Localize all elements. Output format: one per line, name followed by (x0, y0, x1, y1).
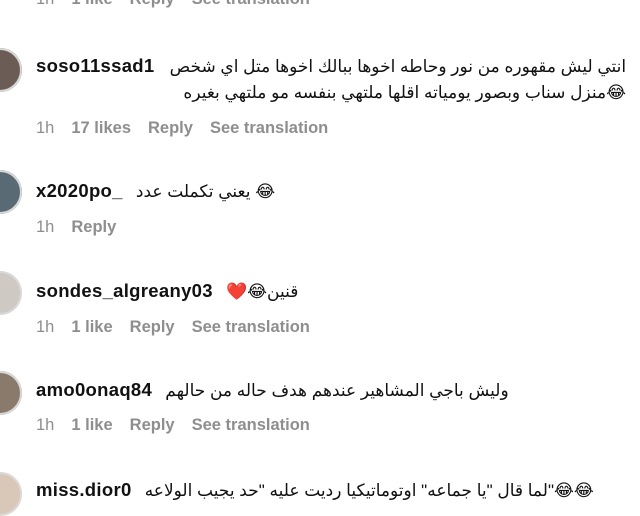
comment-time: 1h (36, 119, 55, 137)
comment-row: soso11ssad1 انتي ليش مقهوره من نور وحاطه… (36, 52, 626, 80)
comment-username[interactable]: soso11ssad1 (36, 55, 155, 76)
comment-text: انتي ليش مقهوره من نور وحاطه اخوها ببالك… (169, 57, 627, 76)
comment-text: لما قال "يا جماعه" اوتوماتيكيا رديت عليه… (144, 481, 594, 500)
avatar[interactable] (0, 472, 22, 516)
avatar[interactable] (0, 170, 22, 214)
comment-row: sondes_algreany03 ❤️😂قنين (36, 277, 626, 305)
comment-row: amo0onaq84 وليش باجي المشاهير عندهم هدف … (36, 376, 626, 404)
comment-meta: 1h Reply (36, 216, 116, 238)
see-translation-link[interactable]: See translation (192, 0, 310, 10)
reply-button[interactable]: Reply (130, 316, 175, 338)
comment-time: 1h (36, 218, 55, 236)
comment-meta: 1h 1 like Reply See translation (36, 316, 310, 338)
likes-count[interactable]: 1 like (71, 0, 112, 10)
comment-meta-top: 1h 1 like Reply See translation (36, 0, 310, 10)
see-translation-link[interactable]: See translation (192, 414, 310, 436)
reply-button[interactable]: Reply (71, 216, 116, 238)
avatar[interactable] (0, 48, 22, 92)
reply-button[interactable]: Reply (130, 0, 175, 10)
comment-text: وليش باجي المشاهير عندهم هدف حاله من حال… (165, 381, 509, 400)
comment-meta: 1h 1 like Reply See translation (36, 414, 310, 436)
reply-button[interactable]: Reply (148, 117, 193, 139)
comment-text: ❤️😂قنين (225, 282, 299, 301)
comment-username[interactable]: x2020po_ (36, 180, 123, 201)
likes-count[interactable]: 1 like (71, 414, 112, 436)
comment-text: يعني تكملت عدد 😂 (135, 182, 276, 201)
comment-time: 1h (36, 318, 55, 336)
likes-count[interactable]: 17 likes (71, 117, 131, 139)
comment-text-line2: منزل سناب وبصور يومياته اقلها ملتهي بنفس… (183, 83, 626, 102)
comment-time: 1h (36, 416, 55, 434)
see-translation-link[interactable]: See translation (210, 117, 328, 139)
comment-username[interactable]: miss.dior0 (36, 479, 132, 500)
avatar[interactable] (0, 371, 22, 415)
comment-username[interactable]: amo0onaq84 (36, 379, 152, 400)
see-translation-link[interactable]: See translation (192, 316, 310, 338)
reply-button[interactable]: Reply (130, 414, 175, 436)
comment-row: miss.dior0 لما قال "يا جماعه" اوتوماتيكي… (36, 476, 626, 504)
comment-time: 1h (36, 0, 54, 10)
likes-count[interactable]: 1 like (71, 316, 112, 338)
comment-meta: 1h 17 likes Reply See translation (36, 117, 328, 139)
avatar[interactable] (0, 271, 22, 315)
comment-row: x2020po_ يعني تكملت عدد 😂 (36, 177, 626, 205)
comment-username[interactable]: sondes_algreany03 (36, 280, 213, 301)
